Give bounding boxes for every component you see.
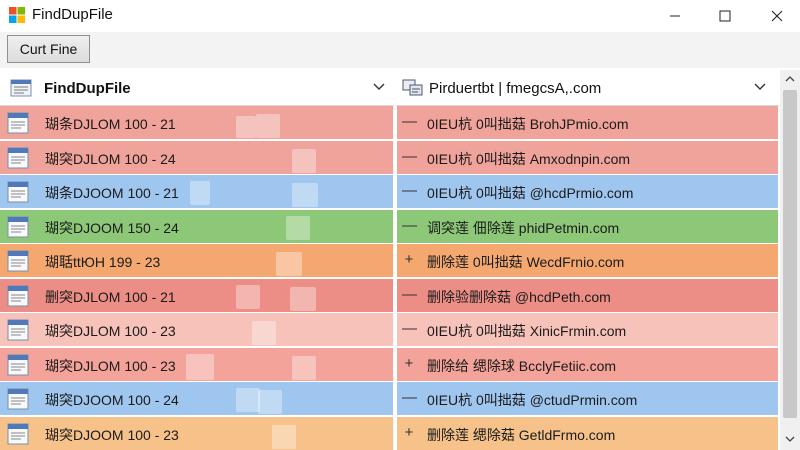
file-icon bbox=[7, 181, 29, 203]
file-icon bbox=[7, 112, 29, 134]
file-icon bbox=[7, 423, 29, 445]
thumbnail-placeholder bbox=[292, 149, 316, 173]
close-button[interactable] bbox=[754, 0, 800, 32]
duplicate-row-left[interactable]: 瑚突DJLOM 100 - 24 bbox=[0, 141, 393, 174]
duplicate-row-right[interactable]: + 删除莲 0叫拙菇 WecdFrnio.com bbox=[397, 244, 778, 277]
thumbnail-placeholder bbox=[258, 390, 282, 414]
toolbar: Curt Fine bbox=[0, 32, 800, 68]
chevron-down-icon bbox=[785, 436, 795, 442]
file-name: 瑚条DJLOM 100 - 21 bbox=[45, 116, 176, 132]
match-detail: 0IEU杭 0叫拙菇 @hcdPrmio.com bbox=[427, 185, 634, 201]
thumbnail-placeholder bbox=[292, 183, 318, 207]
scroll-up-button[interactable] bbox=[780, 70, 800, 88]
duplicate-row-right[interactable]: — 0IEU杭 0叫拙菇 BrohJPmio.com bbox=[397, 106, 778, 139]
close-icon bbox=[771, 10, 783, 22]
duplicate-row-left[interactable]: 瑚条DJOOM 100 - 21 bbox=[0, 175, 393, 208]
match-detail: 0IEU杭 0叫拙菇 @ctudPrmin.com bbox=[427, 392, 638, 408]
duplicate-row-left[interactable]: 瑚突DJLOM 100 - 23 bbox=[0, 348, 393, 381]
file-name: 删突DJLOM 100 - 21 bbox=[45, 289, 176, 305]
file-name: 瑚突DJOOM 100 - 24 bbox=[45, 392, 179, 408]
thumbnail-placeholder bbox=[236, 388, 260, 412]
title-bar: FindDupFile bbox=[0, 0, 800, 32]
duplicate-row-left[interactable]: 删突DJLOM 100 - 21 bbox=[0, 279, 393, 312]
row-status-mark: — bbox=[402, 113, 417, 130]
duplicate-row-right[interactable]: + 删除给 缌除球 BcclyFetiic.com bbox=[397, 348, 778, 381]
duplicate-row-right[interactable]: — 0IEU杭 0叫拙菇 @hcdPrmio.com bbox=[397, 175, 778, 208]
file-name: 瑚聒ttЮH 199 - 23 bbox=[45, 254, 161, 270]
thumbnail-placeholder bbox=[276, 252, 302, 276]
file-icon bbox=[7, 319, 29, 341]
thumbnail-placeholder bbox=[272, 425, 296, 449]
chevron-up-icon bbox=[785, 76, 795, 82]
row-status-mark: + bbox=[404, 355, 414, 372]
duplicate-row-right[interactable]: — 删除验删除菇 @hcdPeth.com bbox=[397, 279, 778, 312]
match-detail: 删除莲 缌除菇 GetldFrmo.com bbox=[427, 427, 616, 443]
match-detail: 删除给 缌除球 BcclyFetiic.com bbox=[427, 358, 617, 374]
chevron-down-icon[interactable] bbox=[372, 81, 386, 93]
duplicate-row-right[interactable]: — 0IEU杭 0叫拙菇 XinicFrmin.com bbox=[397, 313, 778, 346]
file-name: 瑚突DJLOM 100 - 24 bbox=[45, 151, 176, 167]
duplicate-row-left[interactable]: 瑚条DJLOM 100 - 21 bbox=[0, 106, 393, 139]
list-icon bbox=[10, 79, 32, 97]
network-icon bbox=[402, 79, 423, 96]
duplicate-row-left[interactable]: 瑚突DJLOM 100 - 23 bbox=[0, 313, 393, 346]
scroll-down-button[interactable] bbox=[780, 430, 800, 448]
left-pane-title: FindDupFile bbox=[44, 80, 131, 97]
row-status-mark: — bbox=[402, 389, 417, 406]
duplicate-row-right[interactable]: + 删除莲 缌除菇 GetldFrmo.com bbox=[397, 417, 778, 450]
row-status-mark: — bbox=[402, 286, 417, 303]
thumbnail-placeholder bbox=[190, 181, 210, 205]
duplicate-row-left[interactable]: 瑚突DJOOM 150 - 24 bbox=[0, 210, 393, 243]
match-detail: 0IEU杭 0叫拙菇 XinicFrmin.com bbox=[427, 323, 627, 339]
file-icon bbox=[7, 147, 29, 169]
duplicate-row-left[interactable]: 瑚突DJOOM 100 - 23 bbox=[0, 417, 393, 450]
file-name: 瑚条DJOOM 100 - 21 bbox=[45, 185, 179, 201]
row-status-mark: — bbox=[402, 320, 417, 337]
minimize-icon bbox=[670, 15, 680, 17]
duplicate-row-right[interactable]: — 0IEU杭 0叫拙菇 @ctudPrmin.com bbox=[397, 382, 778, 415]
file-icon bbox=[7, 388, 29, 410]
chevron-down-icon[interactable] bbox=[753, 81, 767, 93]
thumbnail-placeholder bbox=[286, 216, 310, 240]
file-icon bbox=[7, 354, 29, 376]
row-status-mark: — bbox=[402, 217, 417, 234]
row-status-mark: + bbox=[404, 251, 414, 268]
thumbnail-placeholder bbox=[186, 354, 214, 380]
window-title: FindDupFile bbox=[32, 6, 113, 23]
thumbnail-placeholder bbox=[292, 356, 316, 380]
right-pane-title: Pirduertbt | fmegcsA,.com bbox=[429, 80, 602, 97]
maximize-button[interactable] bbox=[702, 0, 748, 32]
match-detail: 0IEU杭 0叫拙菇 BrohJPmio.com bbox=[427, 116, 629, 132]
file-name: 瑚突DJOOM 100 - 23 bbox=[45, 427, 179, 443]
match-detail: 删除莲 0叫拙菇 WecdFrnio.com bbox=[427, 254, 625, 270]
row-status-mark: — bbox=[402, 148, 417, 165]
file-icon bbox=[7, 250, 29, 272]
row-status-mark: — bbox=[402, 182, 417, 199]
duplicate-row-right[interactable]: — 调突莲 佃除莲 phidPetmin.com bbox=[397, 210, 778, 243]
thumbnail-placeholder bbox=[236, 285, 260, 309]
thumbnail-placeholder bbox=[290, 287, 316, 311]
maximize-icon bbox=[719, 10, 731, 22]
thumbnail-placeholder bbox=[236, 116, 256, 138]
file-icon bbox=[7, 285, 29, 307]
left-pane-selector[interactable]: FindDupFile bbox=[0, 70, 394, 106]
windows-logo-icon bbox=[9, 7, 25, 23]
file-name: 瑚突DJLOM 100 - 23 bbox=[45, 358, 176, 374]
row-status-mark: + bbox=[404, 424, 414, 441]
match-detail: 删除验删除菇 @hcdPeth.com bbox=[427, 289, 611, 305]
duplicate-row-left[interactable]: 瑚聒ttЮH 199 - 23 bbox=[0, 244, 393, 277]
file-name: 瑚突DJLOM 100 - 23 bbox=[45, 323, 176, 339]
scrollbar-thumb[interactable] bbox=[783, 90, 797, 418]
match-detail: 调突莲 佃除莲 phidPetmin.com bbox=[427, 220, 620, 236]
duplicate-row-right[interactable]: — 0IEU杭 0叫拙菇 Amxodnpin.com bbox=[397, 141, 778, 174]
file-name: 瑚突DJOOM 150 - 24 bbox=[45, 220, 179, 236]
minimize-button[interactable] bbox=[652, 0, 698, 32]
thumbnail-placeholder bbox=[256, 114, 280, 138]
curt-fine-button[interactable]: Curt Fine bbox=[7, 35, 90, 63]
right-pane-selector[interactable]: Pirduertbt | fmegcsA,.com bbox=[396, 70, 779, 106]
file-icon bbox=[7, 216, 29, 238]
match-detail: 0IEU杭 0叫拙菇 Amxodnpin.com bbox=[427, 151, 631, 167]
thumbnail-placeholder bbox=[252, 321, 276, 345]
duplicate-row-left[interactable]: 瑚突DJOOM 100 - 24 bbox=[0, 382, 393, 415]
